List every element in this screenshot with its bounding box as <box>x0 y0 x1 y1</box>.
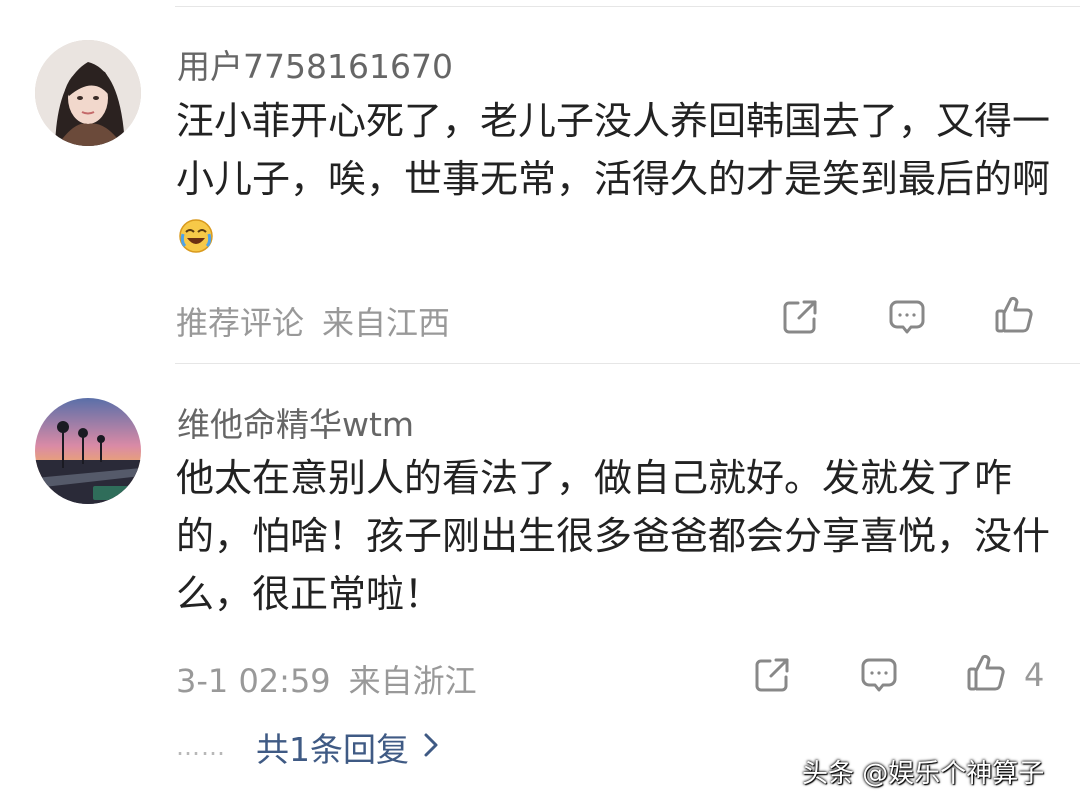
avatar[interactable] <box>35 398 141 504</box>
location: 来自江西 <box>322 304 451 342</box>
username[interactable]: 维他命精华wtm <box>177 398 414 446</box>
location: 来自浙江 <box>348 662 477 700</box>
reply-dots: …… <box>176 733 226 761</box>
avatar[interactable] <box>35 40 141 146</box>
username[interactable]: 用户7758161670 <box>177 40 453 88</box>
share-icon[interactable] <box>780 297 820 337</box>
share-icon[interactable] <box>752 655 792 695</box>
comment-body: 汪小菲开心死了，老儿子没人养回韩国去了，又得一小儿子，唉，世事无常，活得久的才是… <box>176 99 1051 201</box>
comment-icon[interactable] <box>887 297 927 337</box>
comment-text: 汪小菲开心死了，老儿子没人养回韩国去了，又得一小儿子，唉，世事无常，活得久的才是… <box>176 92 1056 270</box>
chevron-right-icon <box>423 732 439 762</box>
like-count: 4 <box>1024 656 1045 694</box>
laughing-crying-emoji-icon <box>178 212 214 270</box>
like-icon[interactable] <box>994 295 1034 335</box>
recommended-tag: 推荐评论 <box>176 304 305 342</box>
view-replies-link[interactable]: …… 共1条回复 <box>176 722 439 772</box>
comment-body: 他太在意别人的看法了，做自己就好。发就发了咋的，怕啥！孩子刚出生很多爸爸都会分享… <box>176 456 1051 616</box>
comment-text: 他太在意别人的看法了，做自己就好。发就发了咋的，怕啥！孩子刚出生很多爸爸都会分享… <box>176 449 1056 623</box>
like-icon[interactable] <box>966 653 1006 693</box>
timestamp: 3-1 02:59 <box>176 662 331 700</box>
watermark: 头条 @娱乐个神算子 <box>802 759 1045 789</box>
comment-meta: 推荐评论 来自江西 <box>176 298 450 344</box>
comment-divider <box>175 363 1080 364</box>
reply-count-label: 共1条回复 <box>256 730 409 769</box>
comment-icon[interactable] <box>859 655 899 695</box>
comment-meta: 3-1 02:59 来自浙江 <box>176 656 477 702</box>
top-divider <box>175 6 1080 7</box>
